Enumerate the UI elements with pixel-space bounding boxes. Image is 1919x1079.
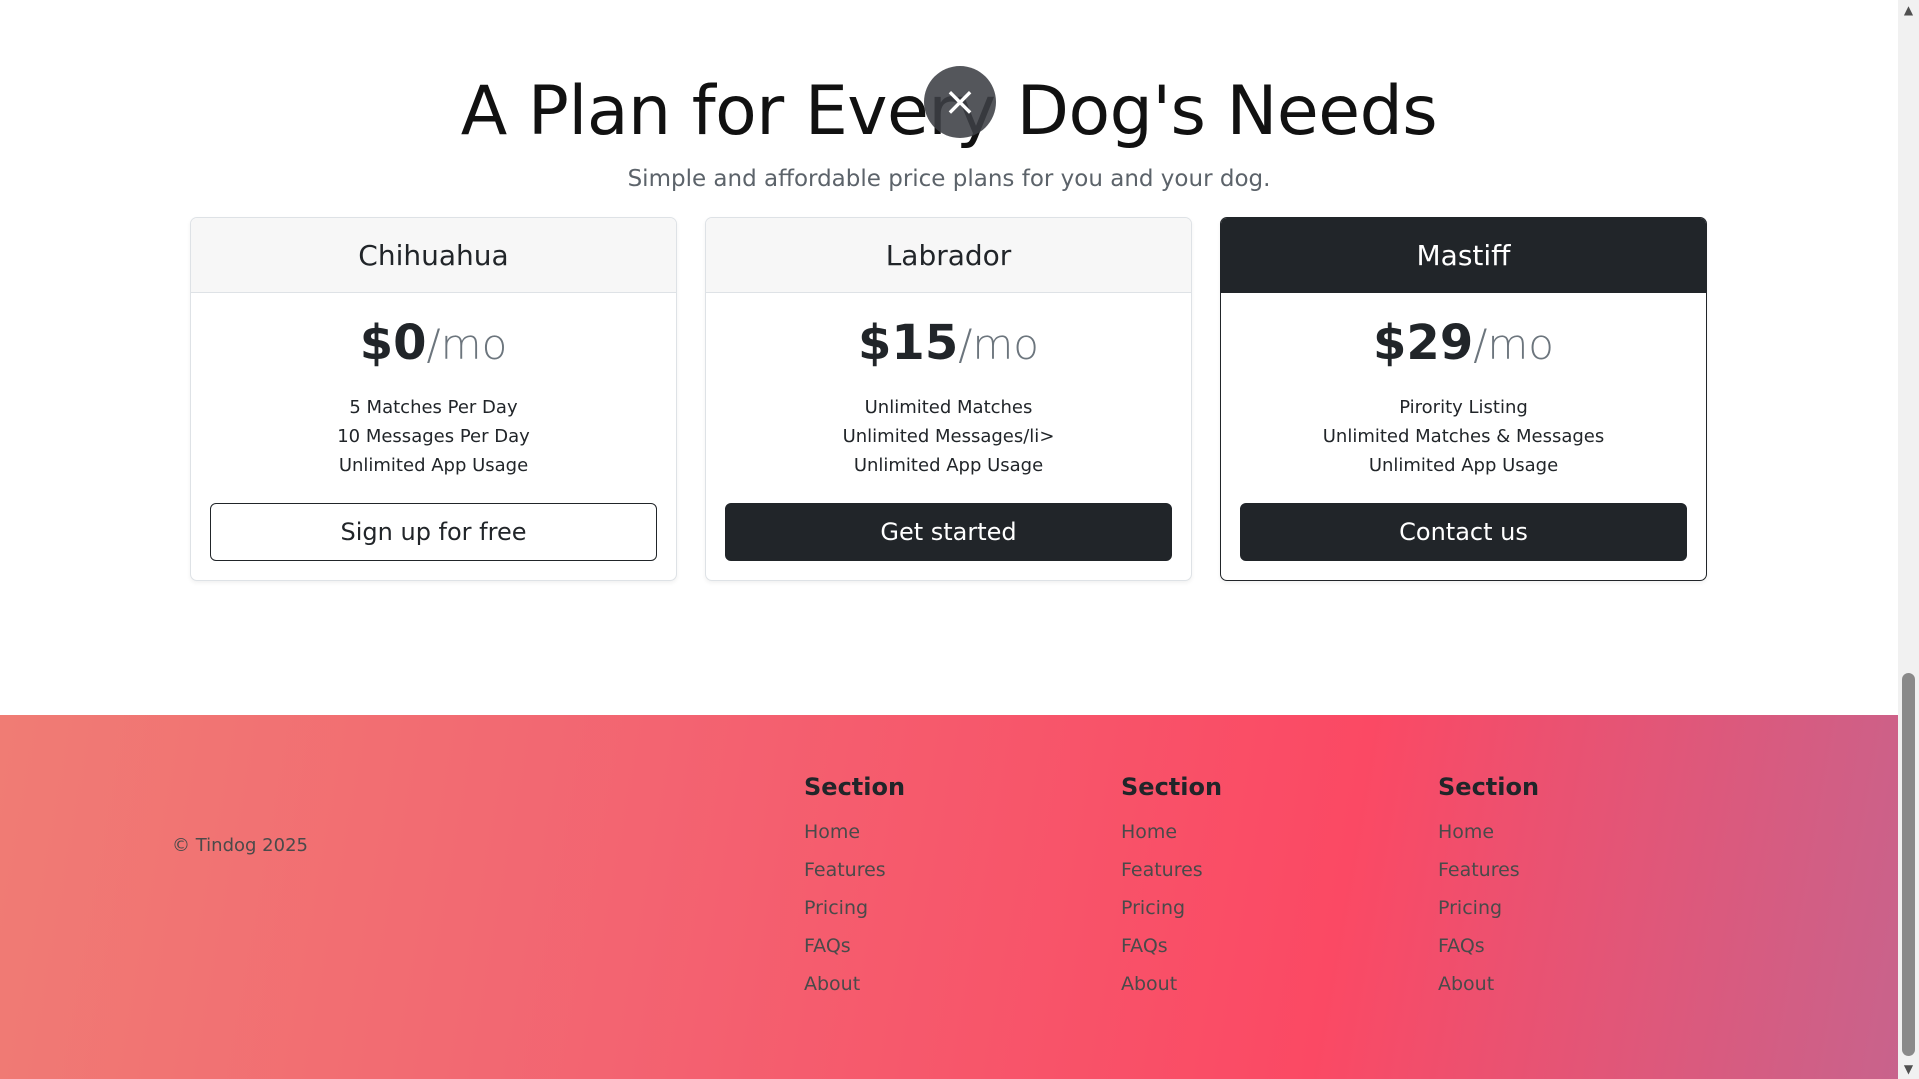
- footer-link-home[interactable]: Home: [804, 813, 905, 851]
- feature-list: Pirority Listing Unlimited Matches & Mes…: [1221, 393, 1706, 480]
- feature-item: Unlimited App Usage: [853, 455, 1044, 476]
- footer-link-faqs[interactable]: FAQs: [1121, 927, 1222, 965]
- footer-link-pricing[interactable]: Pricing: [804, 889, 905, 927]
- footer-link-faqs[interactable]: FAQs: [1438, 927, 1539, 965]
- footer-link-faqs[interactable]: FAQs: [804, 927, 905, 965]
- close-icon[interactable]: ×: [924, 66, 996, 138]
- plan-price: $0/mo: [191, 315, 676, 371]
- footer-link-features[interactable]: Features: [1438, 851, 1539, 889]
- footer-link-about[interactable]: About: [1121, 965, 1222, 1003]
- footer-link-home[interactable]: Home: [1121, 813, 1222, 851]
- plan-name: Mastiff: [1221, 218, 1706, 293]
- price-period: /mo: [1473, 320, 1554, 369]
- scroll-up-icon[interactable]: ▲: [1898, 0, 1919, 20]
- feature-item: 10 Messages Per Day: [337, 426, 530, 447]
- page: A Plan for Every Dog's Needs × Simple an…: [0, 0, 1898, 1079]
- scrollbar-thumb[interactable]: [1902, 673, 1915, 1056]
- plan-price: $29/mo: [1221, 315, 1706, 371]
- copyright-text: © Tindog 2025: [172, 835, 308, 856]
- feature-list: Unlimited Matches Unlimited Messages/li>…: [706, 393, 1191, 480]
- feature-item: Unlimited Messages/li>: [842, 426, 1055, 447]
- price-amount: $0: [359, 315, 427, 371]
- sign-up-free-button[interactable]: Sign up for free: [210, 503, 657, 561]
- footer-link-home[interactable]: Home: [1438, 813, 1539, 851]
- footer-link-pricing[interactable]: Pricing: [1438, 889, 1539, 927]
- footer-heading: Section: [804, 773, 906, 801]
- pricing-card-chihuahua: Chihuahua $0/mo 5 Matches Per Day 10 Mes…: [190, 217, 677, 581]
- footer-heading: Section: [1438, 773, 1540, 801]
- feature-item: Unlimited App Usage: [338, 455, 529, 476]
- footer-link-pricing[interactable]: Pricing: [1121, 889, 1222, 927]
- feature-item: Unlimited App Usage: [1368, 455, 1559, 476]
- feature-list: 5 Matches Per Day 10 Messages Per Day Un…: [191, 393, 676, 480]
- plan-name: Chihuahua: [191, 218, 676, 293]
- vertical-scrollbar[interactable]: ▲ ▼: [1898, 0, 1919, 1079]
- footer-link-features[interactable]: Features: [804, 851, 905, 889]
- plan-price: $15/mo: [706, 315, 1191, 371]
- footer: © Tindog 2025 Section Home Features Pric…: [0, 715, 1898, 1079]
- footer-column: Section Home Features Pricing FAQs About: [1121, 773, 1222, 1003]
- scroll-down-icon[interactable]: ▼: [1898, 1059, 1919, 1079]
- footer-link-about[interactable]: About: [804, 965, 905, 1003]
- feature-item: Pirority Listing: [1399, 397, 1528, 418]
- page-subtitle: Simple and affordable price plans for yo…: [627, 166, 1271, 192]
- footer-link-features[interactable]: Features: [1121, 851, 1222, 889]
- pricing-card-labrador: Labrador $15/mo Unlimited Matches Unlimi…: [705, 217, 1192, 581]
- pricing-card-mastiff: Mastiff $29/mo Pirority Listing Unlimite…: [1220, 217, 1707, 581]
- price-amount: $29: [1373, 315, 1474, 371]
- feature-item: Unlimited Matches: [864, 397, 1033, 418]
- price-amount: $15: [858, 315, 959, 371]
- footer-link-about[interactable]: About: [1438, 965, 1539, 1003]
- footer-column: Section Home Features Pricing FAQs About: [1438, 773, 1539, 1003]
- plan-name: Labrador: [706, 218, 1191, 293]
- pricing-section: A Plan for Every Dog's Needs × Simple an…: [0, 0, 1898, 715]
- contact-us-button[interactable]: Contact us: [1240, 503, 1687, 561]
- feature-item: Unlimited Matches & Messages: [1322, 426, 1605, 447]
- footer-heading: Section: [1121, 773, 1223, 801]
- price-period: /mo: [958, 320, 1039, 369]
- feature-item: 5 Matches Per Day: [349, 397, 518, 418]
- price-period: /mo: [426, 320, 508, 369]
- get-started-button[interactable]: Get started: [725, 503, 1172, 561]
- footer-column: Section Home Features Pricing FAQs About: [804, 773, 905, 1003]
